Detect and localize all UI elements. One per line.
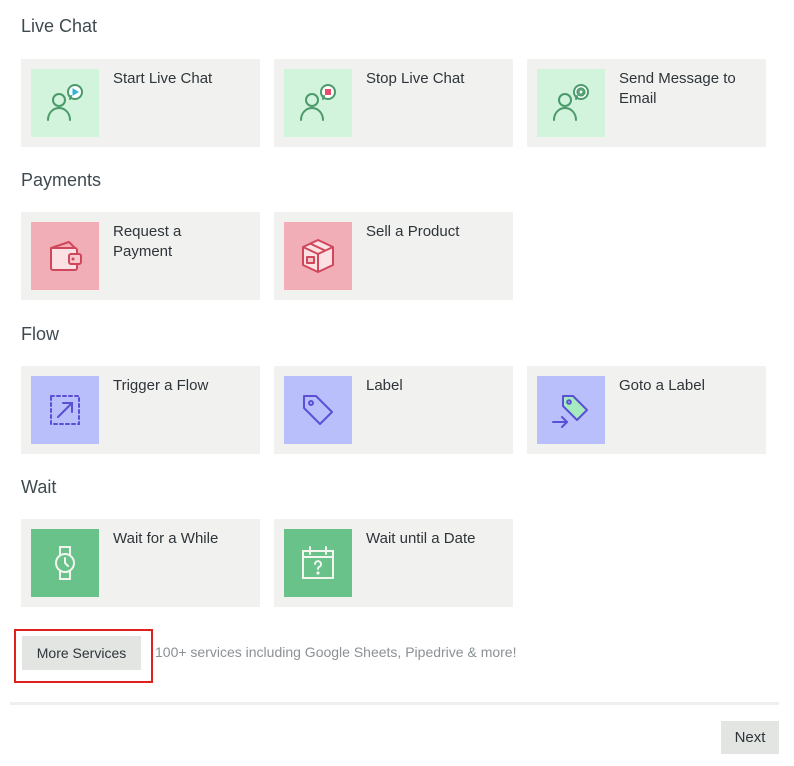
section-title-flow: Flow [21,324,60,344]
card-label: Send Message to Email [619,70,736,107]
action-card-request-a-payment[interactable]: Request a Payment [21,212,260,300]
trigger-arrow-icon [31,376,99,444]
action-card-sell-a-product[interactable]: Sell a Product [274,212,513,300]
more-services-description: 100+ services including Google Sheets, P… [155,644,517,660]
section-title-live-chat: Live Chat [21,16,98,36]
wallet-icon [31,222,99,290]
card-label: Wait until a Date [366,530,476,547]
action-card-stop-live-chat[interactable]: Stop Live Chat [274,59,513,147]
more-services-button[interactable]: More Services [22,636,141,670]
card-label: Label [366,377,403,394]
watch-icon [31,529,99,597]
card-label: Sell a Product [366,223,460,240]
action-card-label[interactable]: Label [274,366,513,454]
action-card-wait-for-a-while[interactable]: Wait for a While [21,519,260,607]
calendar-question-icon [284,529,352,597]
card-label: Request a Payment [113,223,182,260]
box-icon [284,222,352,290]
next-button[interactable]: Next [721,721,779,754]
card-label: Goto a Label [619,377,705,394]
card-label: Stop Live Chat [366,70,465,87]
action-card-wait-until-a-date[interactable]: Wait until a Date [274,519,513,607]
person-chat-email-icon [537,69,605,137]
action-card-goto-a-label[interactable]: Goto a Label [527,366,766,454]
action-card-start-live-chat[interactable]: Start Live Chat [21,59,260,147]
section-title-payments: Payments [21,170,102,190]
action-card-trigger-a-flow[interactable]: Trigger a Flow [21,366,260,454]
section-title-wait: Wait [21,477,57,497]
card-label: Wait for a While [113,530,219,547]
card-label: Trigger a Flow [113,377,209,394]
person-chat-stop-icon [284,69,352,137]
divider [10,702,779,705]
card-label: Start Live Chat [113,70,213,87]
action-card-send-message-to-email[interactable]: Send Message to Email [527,59,766,147]
tag-icon [284,376,352,444]
person-chat-play-icon [31,69,99,137]
tag-goto-icon [537,376,605,444]
